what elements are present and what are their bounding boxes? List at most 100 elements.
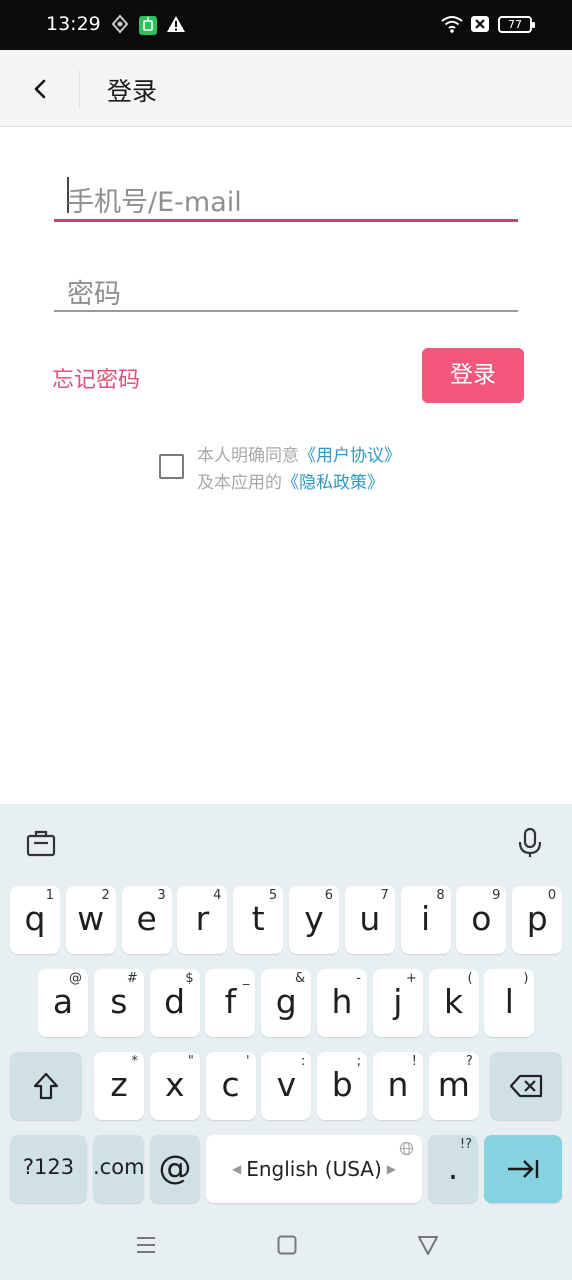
key-e[interactable]: 3e <box>121 886 172 954</box>
space-key[interactable]: ◀ English (USA) ▶ <box>206 1135 422 1203</box>
key-label: p <box>526 899 548 938</box>
key-label: v <box>276 1065 297 1104</box>
navigation-bar <box>0 1210 572 1280</box>
key-l[interactable]: ) l <box>484 969 535 1037</box>
wifi-icon <box>440 14 464 38</box>
key-label: x <box>165 1065 185 1104</box>
back-nav-button[interactable] <box>415 1232 441 1258</box>
warning-icon <box>166 14 186 38</box>
back-button[interactable] <box>22 70 60 108</box>
symbols-key[interactable]: ?123 <box>10 1135 87 1203</box>
forgot-password-link[interactable]: 忘记密码 <box>52 362 140 394</box>
key-label: a <box>52 982 74 1021</box>
key-label: y <box>304 899 324 938</box>
at-key[interactable]: @ <box>150 1135 200 1203</box>
at-key-label: @ <box>158 1148 192 1187</box>
android-notification-icon <box>138 14 158 40</box>
key-r[interactable]: 4r <box>177 886 228 954</box>
key-a[interactable]: @ a <box>38 969 88 1037</box>
key-label: l <box>504 982 514 1021</box>
key-x[interactable]: " x <box>149 1052 200 1120</box>
globe-icon <box>399 1141 414 1156</box>
key-label: i <box>421 899 431 938</box>
privacy-policy-link[interactable]: 《隐私政策》 <box>282 473 384 493</box>
agreement-checkbox[interactable] <box>159 454 184 479</box>
sim-off-icon <box>470 15 490 37</box>
symbols-key-label: ?123 <box>22 1155 75 1179</box>
key-label: q <box>24 899 46 938</box>
key-c[interactable]: ' c <box>205 1052 256 1120</box>
battery-icon: 77 <box>498 16 535 33</box>
shift-icon <box>33 1072 59 1100</box>
key-label: z <box>110 1065 128 1104</box>
backspace-key[interactable] <box>490 1052 562 1120</box>
key-u[interactable]: 7u <box>344 886 395 954</box>
key-y[interactable]: 6y <box>289 886 339 954</box>
dotcom-key[interactable]: .com <box>93 1135 145 1203</box>
phone-email-placeholder: 手机号/E-mail <box>67 187 242 218</box>
tab-next-icon <box>508 1160 539 1178</box>
key-label: h <box>331 982 353 1021</box>
key-label: g <box>275 982 297 1021</box>
right-arrow-icon: ▶ <box>386 1162 396 1176</box>
key-label: n <box>387 1065 409 1104</box>
menu-icon <box>137 1237 155 1253</box>
key-s[interactable]: # s <box>93 969 144 1037</box>
key-h[interactable]: -h <box>317 969 367 1037</box>
page-title: 登录 <box>107 77 158 106</box>
key-p[interactable]: 0p <box>512 886 563 954</box>
next-key[interactable] <box>484 1135 562 1203</box>
phone-email-input[interactable]: 手机号/E-mail <box>54 170 518 222</box>
key-label: w <box>77 899 105 938</box>
key-n[interactable]: ! n <box>373 1052 423 1120</box>
location-icon <box>110 14 130 38</box>
key-o[interactable]: 9o <box>456 886 507 954</box>
key-label: u <box>359 899 381 938</box>
clipboard-icon[interactable] <box>24 826 58 860</box>
soft-keyboard: 1q2w3e4r5t6y7u8i9o0p @ a # s $ d _ f & g - h + j(k) l … <box>0 804 572 1280</box>
agreement-prefix: 本人明确同意 <box>197 446 299 466</box>
key-f[interactable]: _ f <box>205 969 256 1037</box>
key-label: o <box>471 899 492 938</box>
password-input[interactable]: 密码 <box>54 262 518 312</box>
app-bar: 登录 <box>0 50 572 127</box>
key-label: t <box>251 899 265 938</box>
key-w[interactable]: 2w <box>65 886 116 954</box>
key-label: e <box>136 899 157 938</box>
key-v[interactable]: :v <box>261 1052 312 1120</box>
key-g[interactable]: & g <box>261 969 312 1037</box>
backspace-icon <box>509 1074 543 1098</box>
period-key[interactable]: !? . <box>428 1135 478 1203</box>
key-m[interactable]: ? m <box>428 1052 479 1120</box>
key-k[interactable]: (k <box>428 969 479 1037</box>
dotcom-key-label: .com <box>93 1155 145 1179</box>
shift-key[interactable] <box>10 1052 82 1120</box>
menu-nav-button[interactable] <box>133 1232 159 1258</box>
screen: 13:29 77 登录 手机号/E-mail 密码 忘记密码 登录 本人明确同意… <box>0 0 572 1280</box>
home-nav-button[interactable] <box>274 1232 300 1258</box>
microphone-icon[interactable] <box>513 826 547 860</box>
status-bar: 13:29 77 <box>0 0 572 50</box>
key-d[interactable]: $ d <box>149 969 200 1037</box>
key-label: f <box>224 982 237 1021</box>
key-j[interactable]: + j <box>372 969 423 1037</box>
key-label: m <box>437 1065 470 1104</box>
app-bar-divider <box>79 70 80 108</box>
home-square-icon <box>277 1235 297 1255</box>
key-label: d <box>164 982 186 1021</box>
login-button[interactable]: 登录 <box>422 348 524 403</box>
user-agreement-link[interactable]: 《用户协议》 <box>299 446 401 466</box>
key-q[interactable]: 1q <box>10 886 60 954</box>
password-placeholder: 密码 <box>67 279 121 310</box>
key-label: j <box>393 982 403 1021</box>
back-triangle-icon <box>418 1236 438 1255</box>
agreement-middle: 及本应用的 <box>197 473 282 493</box>
status-time: 13:29 <box>46 13 101 35</box>
key-b[interactable]: ; b <box>317 1052 368 1120</box>
key-z[interactable]: * z <box>94 1052 144 1120</box>
key-t[interactable]: 5t <box>233 886 284 954</box>
key-label: c <box>221 1065 240 1104</box>
key-i[interactable]: 8i <box>400 886 451 954</box>
period-key-label: . <box>447 1148 459 1187</box>
key-label: b <box>331 1065 353 1104</box>
